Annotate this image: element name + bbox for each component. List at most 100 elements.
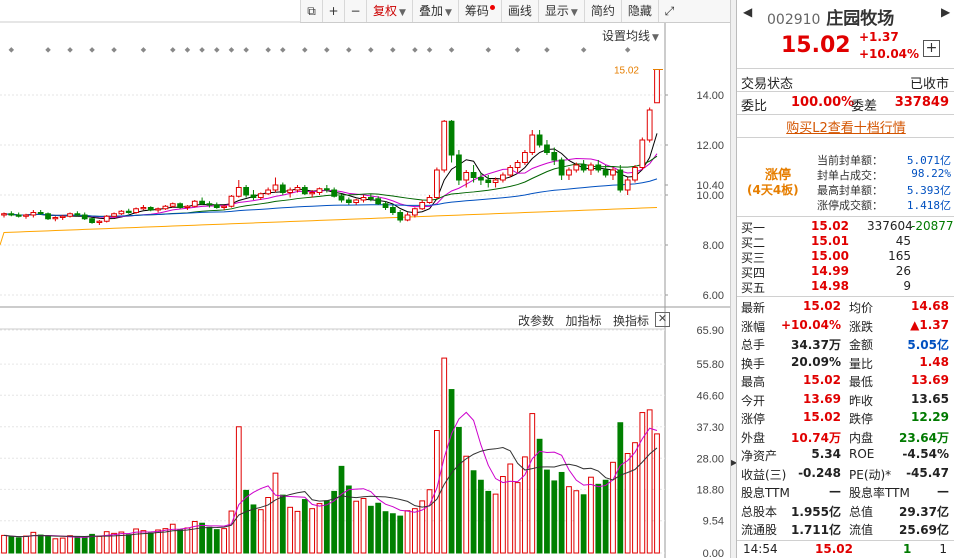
event-marker-icon[interactable]: ⬥	[515, 45, 521, 54]
candle[interactable]	[59, 215, 66, 220]
candle[interactable]	[301, 185, 308, 195]
candle[interactable]	[411, 207, 418, 218]
event-marker-icon[interactable]: ⬥	[581, 45, 587, 54]
event-marker-icon[interactable]: ⬥	[544, 45, 550, 54]
candle[interactable]	[558, 157, 565, 181]
event-marker-icon[interactable]: ⬥	[324, 45, 330, 54]
candle[interactable]	[419, 200, 426, 210]
event-marker-icon[interactable]: ⬥	[485, 45, 491, 54]
candle[interactable]	[529, 130, 536, 155]
candle[interactable]	[133, 207, 139, 214]
candle[interactable]	[125, 208, 132, 214]
candle[interactable]	[243, 185, 250, 198]
fullscreen-icon[interactable]: ⤢	[657, 0, 680, 22]
candle[interactable]	[345, 197, 352, 206]
candle[interactable]	[213, 202, 220, 209]
candle[interactable]	[404, 212, 411, 222]
candle[interactable]	[448, 120, 455, 163]
candle[interactable]	[353, 198, 360, 205]
event-marker-icon[interactable]: ⬥	[199, 45, 205, 54]
candle[interactable]	[177, 202, 183, 209]
l2-link[interactable]: 购买L2查看十档行情	[737, 117, 954, 136]
hide-button[interactable]: 隐藏	[620, 0, 658, 22]
bid-row[interactable]: 买五 14.98 9	[741, 279, 951, 295]
event-marker-icon[interactable]: ⬥	[111, 45, 117, 54]
forward-arrow-icon[interactable]: ▶	[941, 5, 950, 19]
bid-row[interactable]: 买二 15.01 45	[741, 234, 951, 250]
copy-icon[interactable]: ⧉	[300, 0, 322, 22]
bid-row[interactable]: 买一 15.02 337604 -20877	[741, 219, 954, 235]
candle[interactable]	[30, 210, 37, 218]
event-marker-icon[interactable]: ⬥	[185, 45, 191, 54]
candle[interactable]	[96, 220, 103, 225]
candle[interactable]	[103, 215, 110, 223]
add-indicator-button[interactable]: 加指标	[565, 314, 601, 328]
candle[interactable]	[74, 211, 81, 217]
candle[interactable]	[500, 172, 506, 183]
simple-button[interactable]: 简约	[583, 0, 621, 22]
candle[interactable]	[639, 137, 646, 171]
candle[interactable]	[155, 207, 161, 213]
candle[interactable]	[389, 205, 396, 215]
candle[interactable]	[169, 202, 176, 208]
back-arrow-icon[interactable]: ◀	[743, 5, 752, 19]
event-marker-icon[interactable]: ⬥	[346, 45, 352, 54]
event-marker-icon[interactable]: ⬥	[625, 45, 631, 54]
candle[interactable]	[250, 190, 257, 200]
overlay-button[interactable]: 叠加 ▼	[411, 0, 458, 22]
bid-row[interactable]: 买四 14.99 26	[741, 264, 951, 280]
display-button[interactable]: 显示 ▼	[537, 0, 584, 22]
candle[interactable]	[265, 187, 272, 196]
candle[interactable]	[199, 197, 205, 206]
event-marker-icon[interactable]: ⬥	[390, 45, 396, 54]
candle[interactable]	[140, 205, 147, 210]
candle[interactable]	[441, 120, 448, 173]
candle[interactable]	[514, 160, 521, 173]
candle[interactable]	[646, 107, 653, 143]
draw-line-button[interactable]: 画线	[500, 0, 538, 22]
candle[interactable]	[434, 167, 440, 199]
kline-chart[interactable]: 14.0012.0010.4010.008.006.0065.9055.8046…	[0, 0, 730, 558]
event-marker-icon[interactable]: ⬥	[368, 45, 374, 54]
event-marker-icon[interactable]: ⬥	[243, 45, 249, 54]
close-icon[interactable]: ✕	[655, 312, 670, 327]
event-marker-icon[interactable]: ⬥	[229, 45, 235, 54]
zoom-out-button[interactable]: −	[344, 0, 366, 22]
candle[interactable]	[624, 177, 631, 196]
event-marker-icon[interactable]: ⬥	[214, 45, 220, 54]
candle[interactable]	[111, 212, 117, 218]
candle[interactable]	[456, 150, 462, 185]
candle[interactable]	[470, 165, 477, 183]
candle[interactable]	[588, 162, 594, 176]
candle[interactable]	[397, 210, 404, 223]
candle[interactable]	[426, 195, 433, 204]
event-marker-icon[interactable]: ⬥	[449, 45, 455, 54]
candle[interactable]	[522, 150, 528, 165]
event-marker-icon[interactable]: ⬥	[89, 45, 95, 54]
bid-row[interactable]: 买三 15.00 165	[741, 249, 951, 265]
candle[interactable]	[566, 167, 572, 181]
candle[interactable]	[654, 69, 660, 104]
candle[interactable]	[8, 211, 15, 217]
event-marker-icon[interactable]: ⬥	[141, 45, 147, 54]
candle[interactable]	[316, 187, 323, 196]
candle[interactable]	[360, 195, 367, 203]
candle[interactable]	[162, 205, 169, 210]
candle[interactable]	[15, 212, 22, 218]
add-watchlist-button[interactable]: +	[923, 40, 940, 57]
candle[interactable]	[45, 212, 51, 221]
candle[interactable]	[331, 187, 338, 198]
candle[interactable]	[52, 216, 59, 222]
candle[interactable]	[81, 212, 88, 221]
candle[interactable]	[544, 140, 550, 155]
candle[interactable]	[617, 165, 624, 193]
candle[interactable]	[228, 195, 235, 208]
candle[interactable]	[147, 206, 154, 212]
event-marker-icon[interactable]: ⬥	[67, 45, 73, 54]
candle[interactable]	[580, 160, 587, 173]
candle[interactable]	[272, 177, 279, 193]
candle[interactable]	[632, 165, 638, 183]
candle[interactable]	[89, 217, 95, 224]
candle[interactable]	[507, 165, 514, 178]
event-marker-icon[interactable]: ⬥	[170, 45, 176, 54]
